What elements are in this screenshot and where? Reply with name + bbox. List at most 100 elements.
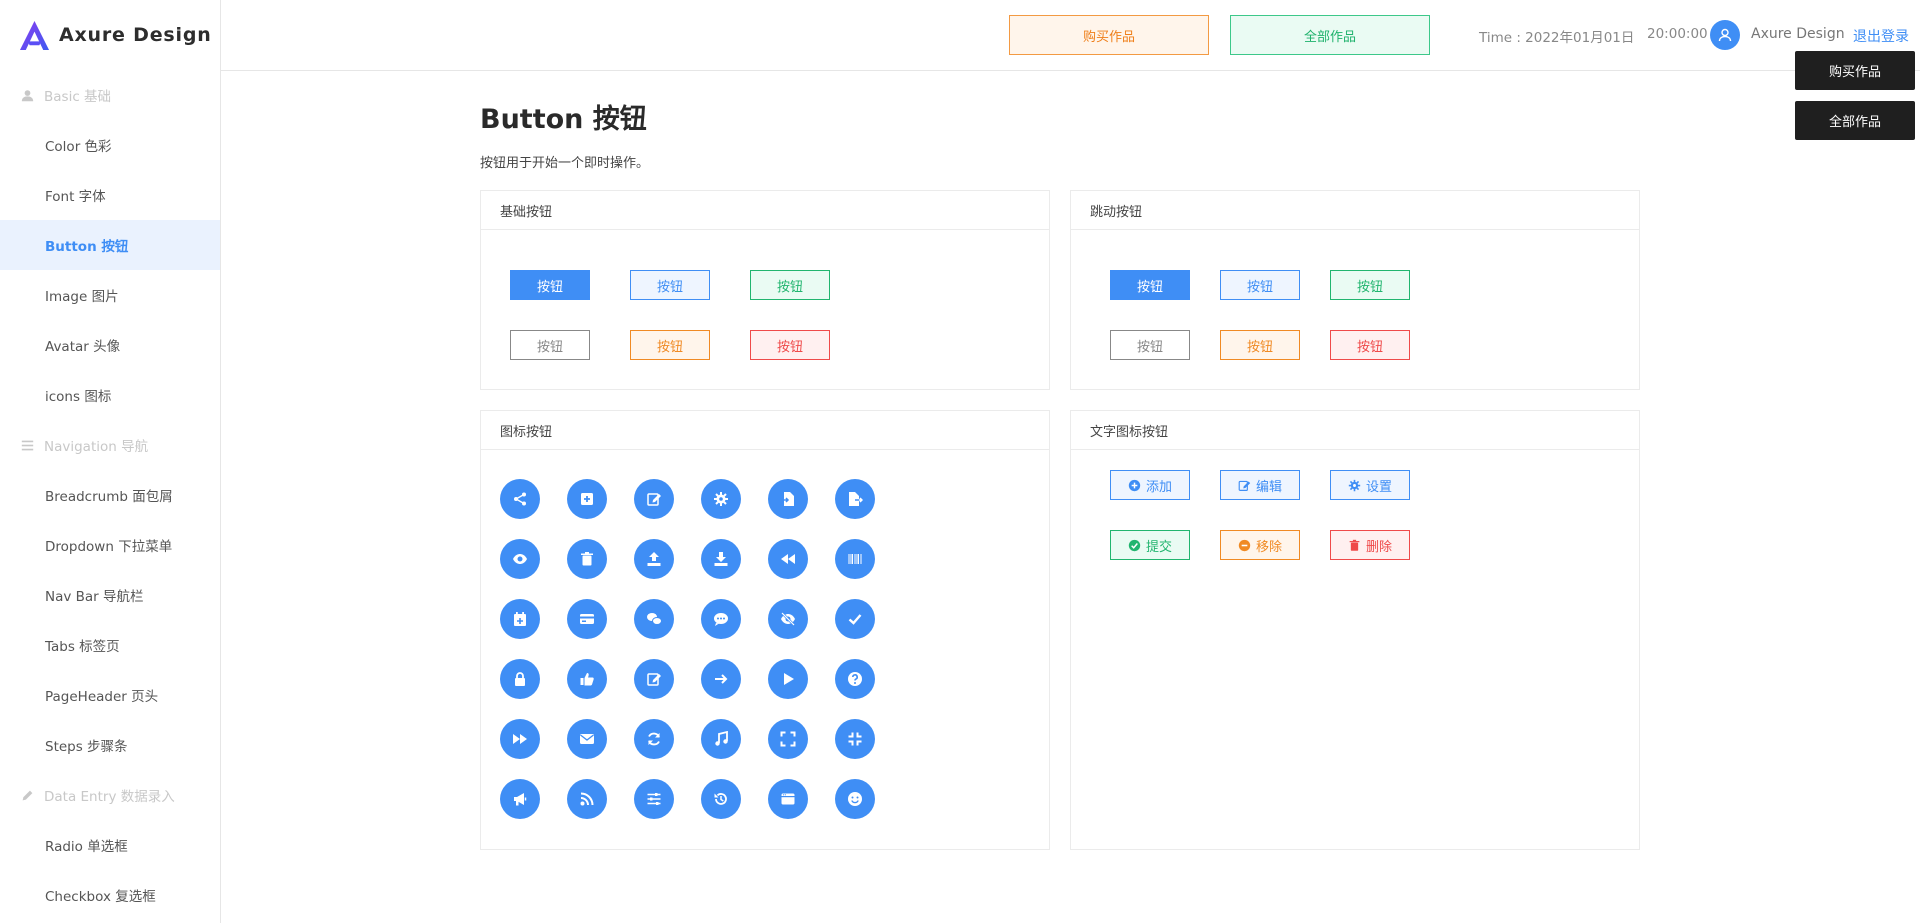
file-export-icon-button[interactable] [835,479,875,519]
comment-dots-icon-button[interactable] [701,599,741,639]
blue-outline-button[interactable]: 按钮 [630,270,710,300]
floating-all-works-button[interactable]: 全部作品 [1795,101,1915,140]
window-icon [781,793,795,805]
sidebar-item-tabs[interactable]: Tabs 标签页 [0,620,220,670]
history-icon [714,793,727,805]
icon-buttons-card: 图标按钮 [480,410,1050,850]
text-button-label: 添加 [1145,479,1172,495]
envelope-icon-button[interactable] [567,719,607,759]
primary-button[interactable]: 按钮 [1110,270,1190,300]
edit-text-button[interactable]: 编辑 [1220,470,1300,500]
text-button-label: 设置 [1365,479,1392,495]
sync-icon [648,732,660,746]
upload-icon-button[interactable] [634,539,674,579]
blue-outline-button[interactable]: 按钮 [1220,270,1300,300]
brand-name: Axure Design [59,24,212,46]
logout-link[interactable]: 退出登录 [1853,26,1909,46]
menu-icon [20,438,34,452]
gray-outline-button[interactable]: 按钮 [510,330,590,360]
gear-text-button[interactable]: 设置 [1330,470,1410,500]
sidebar-item-color[interactable]: Color 色彩 [0,120,220,170]
thumbs-up-icon-button[interactable] [567,659,607,699]
edit-icon-button[interactable] [634,659,674,699]
red-outline-button[interactable]: 按钮 [750,330,830,360]
logo[interactable]: Axure Design [0,0,220,70]
sidebar-item-avatar[interactable]: Avatar 头像 [0,320,220,370]
green-outline-button[interactable]: 按钮 [750,270,830,300]
minus-circle-text-button[interactable]: 移除 [1220,530,1300,560]
compress-icon [848,732,862,746]
credit-card-icon-button[interactable] [567,599,607,639]
plus-square-icon-button[interactable] [567,479,607,519]
sidebar-item-navbar[interactable]: Nav Bar 导航栏 [0,570,220,620]
rss-icon-button[interactable] [567,779,607,819]
trash-icon-button[interactable] [567,539,607,579]
nav-group-label: Basic 基础 [44,89,112,105]
sidebar-item-image[interactable]: Image 图片 [0,270,220,320]
lock-icon-button[interactable] [500,659,540,699]
bullhorn-icon [514,793,527,806]
comments-icon-button[interactable] [634,599,674,639]
download-icon-button[interactable] [701,539,741,579]
sidebar-item-radio[interactable]: Radio 单选框 [0,820,220,870]
compress-icon-button[interactable] [835,719,875,759]
calendar-plus-icon-button[interactable] [500,599,540,639]
sidebar-item-breadcrumb[interactable]: Breadcrumb 面包屑 [0,470,220,520]
sidebar-item-steps[interactable]: Steps 步骤条 [0,720,220,770]
history-icon-button[interactable] [701,779,741,819]
orange-outline-button[interactable]: 按钮 [1220,330,1300,360]
buy-works-button[interactable]: 购买作品 [1009,15,1209,55]
bullhorn-icon-button[interactable] [500,779,540,819]
eye-slash-icon-button[interactable] [768,599,808,639]
all-works-button[interactable]: 全部作品 [1230,15,1430,55]
edit-icon [647,493,661,506]
sidebar-item-pageheader[interactable]: PageHeader 页头 [0,670,220,720]
arrow-right-icon-button[interactable] [701,659,741,699]
window-icon-button[interactable] [768,779,808,819]
sidebar-item-checkbox[interactable]: Checkbox 复选框 [0,870,220,920]
rewind-icon-button[interactable] [768,539,808,579]
check-icon-button[interactable] [835,599,875,639]
question-icon-button[interactable] [835,659,875,699]
nav-group-navigation: Navigation 导航 [0,420,220,470]
sidebar-item-button[interactable]: Button 按钮 [0,220,220,270]
clock-label: 20:00:00 [1647,26,1708,42]
green-outline-button[interactable]: 按钮 [1330,270,1410,300]
date-label: Time : 2022年01月01日 [1479,30,1635,46]
page-title: Button 按钮 [480,104,647,135]
sidebar-item-icons[interactable]: icons 图标 [0,370,220,420]
basic-buttons-card: 基础按钮 按钮 按钮 按钮 按钮 按钮 按钮 [480,190,1050,390]
file-import-icon-button[interactable] [768,479,808,519]
check-circle-text-button[interactable]: 提交 [1110,530,1190,560]
expand-icon-button[interactable] [768,719,808,759]
sliders-icon-button[interactable] [634,779,674,819]
red-outline-button[interactable]: 按钮 [1330,330,1410,360]
fast-forward-icon-button[interactable] [500,719,540,759]
avatar[interactable] [1710,20,1740,50]
gray-outline-button[interactable]: 按钮 [1110,330,1190,360]
floating-buy-works-button[interactable]: 购买作品 [1795,51,1915,90]
sync-icon-button[interactable] [634,719,674,759]
barcode-icon [848,554,862,564]
barcode-icon-button[interactable] [835,539,875,579]
gear-icon-button[interactable] [701,479,741,519]
share-icon [514,492,526,506]
orange-outline-button[interactable]: 按钮 [630,330,710,360]
share-icon-button[interactable] [500,479,540,519]
thumbs-up-icon [580,673,594,686]
card-title: 基础按钮 [481,191,1049,230]
plus-circle-text-button[interactable]: 添加 [1110,470,1190,500]
trash-text-button[interactable]: 删除 [1330,530,1410,560]
music-icon-button[interactable] [701,719,741,759]
primary-button[interactable]: 按钮 [510,270,590,300]
eye-icon-button[interactable] [500,539,540,579]
check-circle-icon [1128,538,1142,552]
play-icon-button[interactable] [768,659,808,699]
sidebar-item-dropdown[interactable]: Dropdown 下拉菜单 [0,520,220,570]
lock-icon [515,672,525,686]
smile-icon-button[interactable] [835,779,875,819]
sidebar-item-font[interactable]: Font 字体 [0,170,220,220]
text-icon-buttons-card: 文字图标按钮 添加 编辑 设置 提交 移除 删除 [1070,410,1640,850]
edit-icon-button[interactable] [634,479,674,519]
credit-card-icon [580,614,594,624]
